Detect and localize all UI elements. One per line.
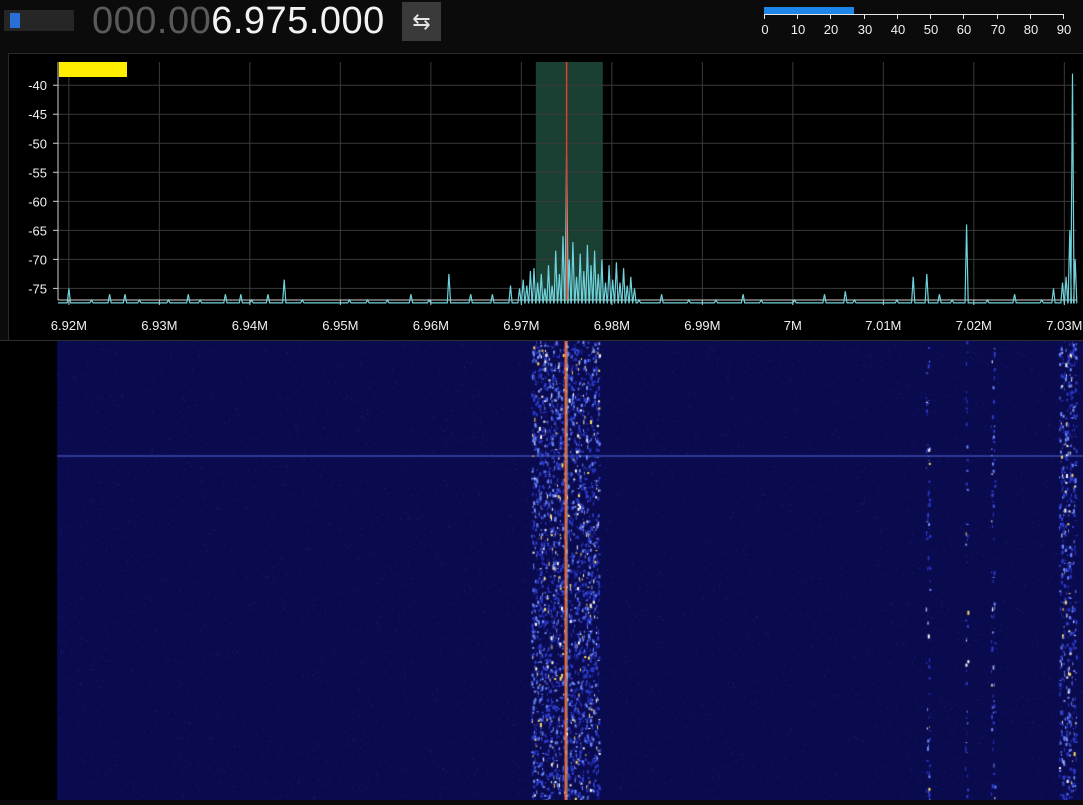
waterfall-display[interactable]: [0, 341, 1083, 800]
x-axis-label: 6.99M: [684, 318, 720, 333]
y-axis-label: -75: [28, 281, 47, 296]
y-axis-label: -55: [28, 165, 47, 180]
volume-slider[interactable]: [4, 10, 74, 31]
signal-meter-tick: [897, 14, 898, 19]
status-indicator: [59, 62, 127, 77]
swap-arrows-icon: ⇆: [412, 9, 431, 34]
signal-meter-label: 0: [761, 22, 769, 37]
volume-level: [10, 13, 20, 28]
frequency-display[interactable]: 000.006.975.000: [92, 0, 385, 44]
signal-meter-tick: [764, 14, 765, 19]
signal-meter: 0 10 20 30 40 50 60 70 80 90: [761, 6, 1071, 40]
x-axis-label: 6.95M: [322, 318, 358, 333]
signal-meter-label: 10: [790, 22, 806, 37]
frequency-active-digits[interactable]: 6.975.000: [211, 0, 385, 42]
y-axis-label: -60: [28, 194, 47, 209]
signal-meter-scale: [764, 14, 1063, 15]
spectrum-panel[interactable]: 6.92M 6.93M 6.94M 6.95M 6.96M 6.97M 6.98M 6.99M…: [8, 53, 1083, 340]
x-axis-label: 7.03M: [1046, 318, 1082, 333]
signal-meter-tick: [997, 14, 998, 19]
y-axis-label: -45: [28, 107, 47, 122]
signal-meter-label: 70: [990, 22, 1006, 37]
signal-meter-label: 20: [823, 22, 839, 37]
signal-meter-tick: [930, 14, 931, 19]
y-axis-label: -40: [28, 78, 47, 93]
waterfall-panel[interactable]: [0, 341, 1083, 800]
x-axis-label: 6.96M: [413, 318, 449, 333]
signal-meter-label: 80: [1023, 22, 1039, 37]
signal-meter-label: 40: [890, 22, 906, 37]
spectrum-plot[interactable]: 6.92M 6.93M 6.94M 6.95M 6.96M 6.97M 6.98M 6.99M…: [9, 54, 1083, 341]
x-axis-label: 6.97M: [503, 318, 539, 333]
top-toolbar: 000.006.975.000 ⇆ 0 10 20 30 40 50 60 70 80 90: [0, 0, 1083, 53]
signal-meter-tick: [1030, 14, 1031, 19]
swap-button[interactable]: ⇆: [402, 2, 441, 41]
signal-meter-tick: [797, 14, 798, 19]
signal-meter-tick: [864, 14, 865, 19]
signal-meter-fill: [764, 7, 854, 14]
signal-meter-tick: [1063, 14, 1064, 19]
x-axis-label: 7M: [784, 318, 802, 333]
y-axis-label: -65: [28, 223, 47, 238]
x-axis-label: 6.92M: [51, 318, 87, 333]
y-axis-label: -70: [28, 252, 47, 267]
frequency-leading-digits[interactable]: 000.00: [92, 0, 211, 42]
x-axis-label: 6.94M: [232, 318, 268, 333]
x-axis-label: 6.98M: [594, 318, 630, 333]
x-axis-label: 7.01M: [865, 318, 901, 333]
signal-meter-label: 90: [1056, 22, 1072, 37]
y-axis-label: -50: [28, 136, 47, 151]
x-axis-label: 7.02M: [956, 318, 992, 333]
signal-meter-tick: [963, 14, 964, 19]
signal-meter-label: 50: [923, 22, 939, 37]
signal-meter-tick: [830, 14, 831, 19]
signal-meter-label: 60: [956, 22, 972, 37]
x-axis-label: 6.93M: [141, 318, 177, 333]
signal-meter-label: 30: [857, 22, 873, 37]
